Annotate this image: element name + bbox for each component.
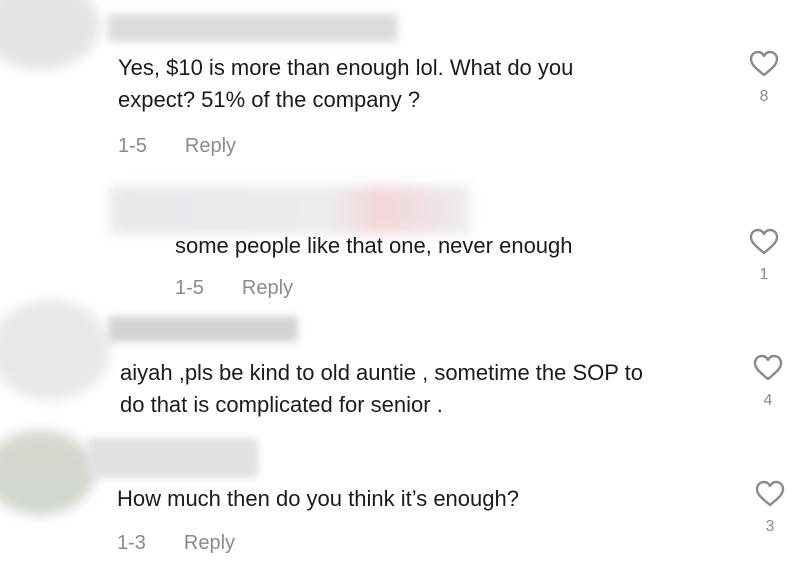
comment-text: How much then do you think it’s enough?: [117, 483, 519, 515]
username-redacted[interactable]: [110, 186, 470, 234]
comment-date: 1-5: [118, 135, 147, 157]
avatar[interactable]: [0, 430, 95, 515]
like-button[interactable]: 4: [748, 354, 788, 410]
reply-button[interactable]: Reply: [185, 135, 236, 158]
avatar[interactable]: [0, 0, 100, 70]
like-button[interactable]: 8: [744, 50, 784, 106]
comment-line: aiyah ,pls be kind to old auntie , somet…: [120, 360, 644, 385]
reply-button[interactable]: Reply: [242, 277, 293, 300]
comment-line: do that is complicated for senior .: [120, 392, 443, 417]
like-button[interactable]: 1: [744, 228, 784, 284]
username-redacted[interactable]: [108, 316, 298, 342]
username-redacted[interactable]: [88, 438, 258, 478]
comment-meta: 1-3 Reply: [117, 532, 235, 555]
like-count: 8: [759, 88, 769, 105]
heart-outline-icon[interactable]: [753, 354, 783, 382]
comment-text: some people like that one, never enough: [175, 230, 573, 262]
comment-date: 1-5: [175, 277, 204, 299]
comment-text: aiyah ,pls be kind to old auntie , somet…: [120, 357, 643, 421]
like-button[interactable]: 3: [750, 480, 790, 536]
comment-meta: 1-5 Reply: [118, 135, 236, 158]
heart-outline-icon[interactable]: [755, 480, 785, 508]
avatar[interactable]: [0, 300, 110, 400]
reply-button[interactable]: Reply: [184, 532, 235, 555]
comment-date: 1-3: [117, 532, 146, 554]
comment-line: some people like that one, never enough: [175, 233, 573, 258]
comment-line: Yes, $10 is more than enough lol. What d…: [118, 55, 574, 80]
comment-meta: 1-5 Reply: [175, 277, 293, 300]
comment-line: How much then do you think it’s enough?: [117, 486, 519, 511]
comment-line: expect? 51% of the company ?: [118, 87, 421, 112]
like-count: 4: [763, 392, 773, 409]
heart-outline-icon[interactable]: [749, 50, 779, 78]
like-count: 1: [759, 266, 769, 283]
like-count: 3: [765, 518, 775, 535]
comment-text: Yes, $10 is more than enough lol. What d…: [118, 52, 573, 116]
username-redacted[interactable]: [108, 14, 398, 42]
heart-outline-icon[interactable]: [749, 228, 779, 256]
